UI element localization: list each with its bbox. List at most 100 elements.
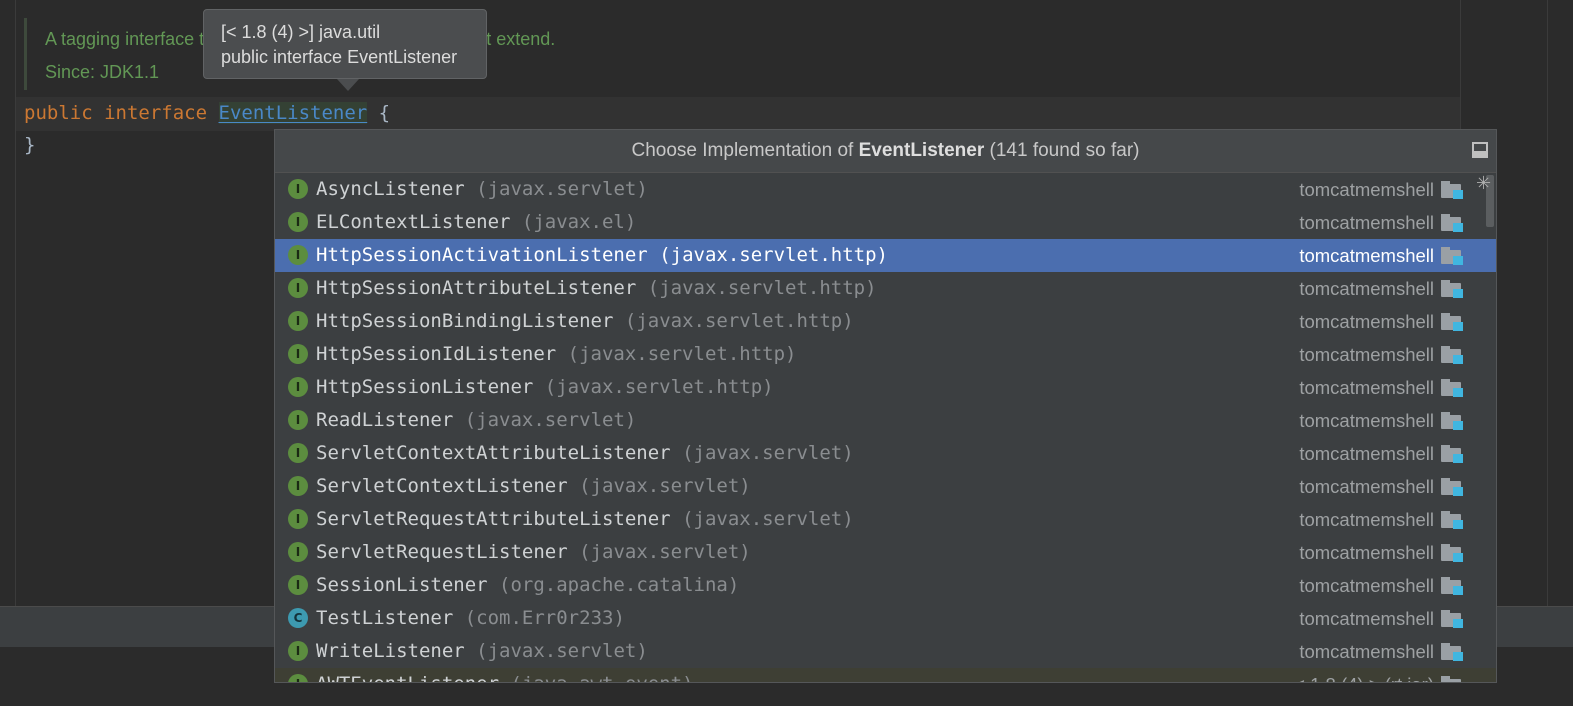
list-item-package: (javax.servlet.http) (659, 244, 888, 266)
list-item[interactable]: I AWTEventListener (java.awt.event) < 1.8 … (275, 668, 1496, 682)
loading-spinner-icon: ✳ (1476, 173, 1492, 193)
list-item-package: (javax.servlet) (682, 442, 854, 464)
interface-icon: I (288, 476, 308, 496)
list-item-name: HttpSessionBindingListener (316, 310, 614, 332)
module-folder-icon (1441, 511, 1463, 529)
list-item[interactable]: I HttpSessionBindingListener (javax.servl… (275, 305, 1496, 338)
popup-header: Choose Implementation of EventListener (… (275, 130, 1496, 173)
list-item-name: AsyncListener (316, 178, 465, 200)
module-folder-icon (1441, 478, 1463, 496)
list-item-module: tomcatmemshell (1299, 575, 1434, 596)
interface-name-link[interactable]: EventListener (218, 102, 368, 124)
module-folder-icon (1441, 214, 1463, 232)
tooltip-line-1: [< 1.8 (4) >] java.util (221, 22, 381, 42)
module-folder-icon (1441, 544, 1463, 562)
list-item[interactable]: I ReadListener (javax.servlet) tomcatmemsh… (275, 404, 1496, 437)
interface-icon: I (288, 674, 308, 682)
code-line-declaration[interactable]: public interface EventListener { (24, 102, 390, 124)
list-item-label: TestListener (com.Err0r233) (316, 602, 625, 635)
module-folder-icon (1441, 610, 1463, 628)
list-item-name: AWTEventListener (316, 673, 499, 682)
list-item-module: tomcatmemshell (1299, 641, 1434, 662)
list-item-label: SessionListener (org.apache.catalina) (316, 569, 739, 602)
interface-icon: I (288, 575, 308, 595)
module-folder-icon (1441, 445, 1463, 463)
interface-icon: I (288, 509, 308, 529)
list-item-label: ServletRequestAttributeListener (javax.s… (316, 503, 854, 536)
list-item[interactable]: I SessionListener (org.apache.catalina) to… (275, 569, 1496, 602)
list-item-label: HttpSessionAttributeListener (javax.serv… (316, 272, 877, 305)
list-item-package: (javax.servlet) (476, 640, 648, 662)
choose-implementation-popup[interactable]: Choose Implementation of EventListener (… (274, 129, 1497, 683)
tooltip-arrow (337, 79, 359, 91)
list-item-name: ServletRequestAttributeListener (316, 508, 671, 530)
list-item-package: (java.awt.event) (510, 673, 693, 682)
module-folder-icon (1441, 313, 1463, 331)
list-item-name: ELContextListener (316, 211, 511, 233)
list-item-label: AWTEventListener (java.awt.event) (316, 668, 694, 682)
list-item-name: WriteListener (316, 640, 465, 662)
list-item[interactable]: I HttpSessionActivationListener (javax.se… (275, 239, 1496, 272)
list-item-package: (javax.servlet) (579, 475, 751, 497)
list-item[interactable]: I WriteListener (javax.servlet) tomcatmems… (275, 635, 1496, 668)
interface-icon: I (288, 278, 308, 298)
list-item-name: SessionListener (316, 574, 488, 596)
list-item-label: AsyncListener (javax.servlet) (316, 173, 648, 206)
list-item-package: (com.Err0r233) (464, 607, 625, 629)
list-item[interactable]: I ServletRequestListener (javax.servlet) t… (275, 536, 1496, 569)
list-item-name: ServletContextListener (316, 475, 568, 497)
editor-gutter-line (15, 0, 16, 606)
list-item-label: HttpSessionActivationListener (javax.ser… (316, 239, 888, 272)
list-item-package: (javax.servlet) (476, 178, 648, 200)
module-folder-icon (1441, 247, 1463, 265)
tooltip-line-2: public interface EventListener (221, 47, 458, 67)
list-item-label: ServletRequestListener (javax.servlet) (316, 536, 751, 569)
interface-icon: I (288, 311, 308, 331)
interface-icon: I (288, 179, 308, 199)
list-item[interactable]: I HttpSessionListener (javax.servlet.http… (275, 371, 1496, 404)
list-item-label: ReadListener (javax.servlet) (316, 404, 636, 437)
list-item-name: HttpSessionAttributeListener (316, 277, 637, 299)
module-folder-icon (1441, 379, 1463, 397)
list-item-name: TestListener (316, 607, 454, 629)
module-folder-icon (1441, 643, 1463, 661)
brace-open: { (378, 102, 391, 124)
interface-icon: I (288, 212, 308, 232)
popup-title-target: EventListener (858, 140, 985, 161)
list-item-module: tomcatmemshell (1299, 179, 1434, 200)
list-item[interactable]: I ServletContextAttributeListener (javax.… (275, 437, 1496, 470)
list-item-package: (javax.servlet) (464, 409, 637, 431)
list-item-name: ServletRequestListener (316, 541, 568, 563)
implementation-list[interactable]: I AsyncListener (javax.servlet) tomcatmems… (275, 173, 1496, 682)
popup-title-suffix: (141 found so far) (989, 140, 1140, 161)
doc-comment-line-2: Since: JDK1.1 (45, 62, 160, 82)
list-item-label: HttpSessionIdListener (javax.servlet.htt… (316, 338, 796, 371)
keyword-interface: interface (104, 102, 208, 124)
list-item-name: ServletContextAttributeListener (316, 442, 671, 464)
list-item-module: tomcatmemshell (1299, 509, 1434, 530)
list-item[interactable]: I ELContextListener (javax.el) tomcatmemsh… (275, 206, 1496, 239)
interface-icon: I (288, 245, 308, 265)
list-item-module: tomcatmemshell (1299, 278, 1434, 299)
interface-icon: I (288, 344, 308, 364)
list-item-package: (javax.servlet.http) (544, 376, 774, 398)
code-line-brace-close: } (24, 134, 36, 156)
list-item[interactable]: I AsyncListener (javax.servlet) tomcatmems… (275, 173, 1496, 206)
list-item[interactable]: I HttpSessionAttributeListener (javax.ser… (275, 272, 1496, 305)
open-in-window-icon[interactable] (1472, 142, 1488, 158)
list-item-label: ServletContextListener (javax.servlet) (316, 470, 751, 503)
module-folder-icon (1441, 181, 1463, 199)
list-item-label: ServletContextAttributeListener (javax.s… (316, 437, 854, 470)
list-item-module: tomcatmemshell (1299, 311, 1434, 332)
popup-title-prefix: Choose Implementation of (631, 140, 854, 161)
list-item-module: tomcatmemshell (1299, 410, 1434, 431)
list-item[interactable]: C TestListener (com.Err0r233) tomcatmemshe… (275, 602, 1496, 635)
interface-icon: I (288, 410, 308, 430)
list-item-module: tomcatmemshell (1299, 608, 1434, 629)
list-item[interactable]: I HttpSessionIdListener (javax.servlet.ht… (275, 338, 1496, 371)
list-item-module: tomcatmemshell (1299, 443, 1434, 464)
list-item[interactable]: I ServletRequestAttributeListener (javax.… (275, 503, 1496, 536)
list-item-label: WriteListener (javax.servlet) (316, 635, 648, 668)
list-item[interactable]: I ServletContextListener (javax.servlet) t… (275, 470, 1496, 503)
module-folder-icon (1441, 676, 1463, 682)
